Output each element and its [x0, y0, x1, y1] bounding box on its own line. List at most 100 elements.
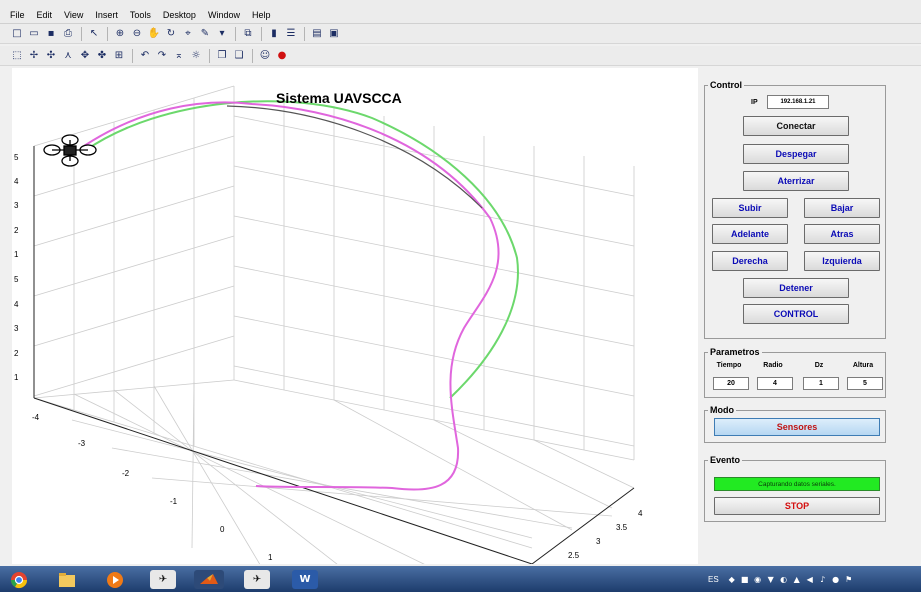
save-icon[interactable]: ▪	[44, 27, 58, 41]
conectar-button[interactable]: Conectar	[743, 116, 849, 136]
print-icon[interactable]: ⎙	[61, 27, 75, 41]
tray-app-icon[interactable]: ◉	[753, 574, 763, 584]
ip-label: IP	[751, 99, 758, 106]
aterrizar-button[interactable]: Aterrizar	[743, 171, 849, 191]
matlab-icon[interactable]	[194, 570, 224, 589]
plot-title: Sistema UAVSCCA	[276, 90, 402, 106]
colorbar-icon[interactable]: ▮	[267, 27, 281, 41]
hide-plot-tools-icon[interactable]: ▤	[310, 27, 324, 41]
grid-icon[interactable]: ⊞	[112, 49, 126, 63]
ip-input[interactable]: 192.168.1.21	[767, 95, 829, 109]
legend-icon[interactable]: ☰	[284, 27, 298, 41]
y-tick-label: -4	[32, 413, 40, 422]
edit-plot-icon[interactable]: ⬚	[10, 49, 24, 63]
menu-insert[interactable]: Insert	[95, 10, 118, 20]
atras-button[interactable]: Atras	[804, 224, 880, 244]
menu-desktop[interactable]: Desktop	[163, 10, 196, 20]
move-icon[interactable]: ✥	[78, 49, 92, 63]
tray-app-icon[interactable]: ♪	[818, 574, 828, 584]
show-plot-tools-icon[interactable]: ▣	[327, 27, 341, 41]
menu-window[interactable]: Window	[208, 10, 240, 20]
select-icon[interactable]: ✢	[27, 49, 41, 63]
tray-network-icon[interactable]: ▲	[792, 574, 802, 584]
radio-input[interactable]: 4	[757, 377, 793, 390]
menu-view[interactable]: View	[64, 10, 83, 20]
tiempo-input[interactable]: 20	[713, 377, 749, 390]
matlab-figure-window: File Edit View Insert Tools Desktop Wind…	[0, 0, 921, 592]
file-explorer-icon[interactable]	[54, 570, 80, 589]
person-icon[interactable]: ☺	[258, 49, 272, 63]
new-file-icon[interactable]: □	[10, 27, 24, 41]
pan-icon[interactable]: ✋	[147, 27, 161, 41]
zoom-in-icon[interactable]: ⊕	[113, 27, 127, 41]
data-cursor-icon[interactable]: ⌖	[181, 27, 195, 41]
tray-app-icon[interactable]: ◆	[727, 574, 737, 584]
z-tick-label: 4	[14, 177, 19, 186]
stop-icon[interactable]: ●	[275, 49, 289, 63]
grid-line	[33, 185, 235, 247]
toolbar-separator	[132, 48, 133, 63]
menu-tools[interactable]: Tools	[130, 10, 151, 20]
tray-app-icon[interactable]: ●	[831, 574, 841, 584]
toolbar-separator	[209, 48, 210, 63]
radio-label: Radio	[763, 362, 783, 369]
grid-line	[33, 379, 235, 399]
connect-icon[interactable]: ⋏	[61, 49, 75, 63]
rotate-3d-icon[interactable]: ↻	[164, 27, 178, 41]
light-bulb-icon[interactable]: ☼	[189, 49, 203, 63]
brush-dropdown-icon[interactable]: ▾	[215, 27, 229, 41]
dji-app-icon[interactable]: ✈	[244, 570, 270, 589]
link-icon[interactable]: ⧉	[241, 27, 255, 41]
plot-canvas: 5 4 3 2 1 5 4 3 2 1 -4 -3 -2 -1 0 1 4 3.…	[14, 85, 643, 564]
zoom-out-icon[interactable]: ⊖	[130, 27, 144, 41]
node-icon[interactable]: ✣	[44, 49, 58, 63]
menu-help[interactable]: Help	[252, 10, 271, 20]
pointer-icon[interactable]: ↖	[87, 27, 101, 41]
despegar-button[interactable]: Despegar	[743, 144, 849, 164]
word-icon[interactable]: W	[292, 570, 318, 589]
z-tick-label: 3	[14, 324, 19, 333]
figure-toolbar: □ ▭ ▪ ⎙ ↖ ⊕ ⊖ ✋ ↻ ⌖ ✎ ▾ ⧉ ▮ ☰ ▤ ▣	[0, 24, 921, 44]
plot-area[interactable]: 5 4 3 2 1 5 4 3 2 1 -4 -3 -2 -1 0 1 4 3.…	[12, 68, 698, 564]
detener-button[interactable]: Detener	[743, 278, 849, 298]
media-player-icon[interactable]	[102, 570, 128, 589]
tray-app-icon[interactable]: ■	[740, 574, 750, 584]
x-tick-label: 3.5	[616, 523, 628, 532]
language-indicator[interactable]: ES	[708, 575, 719, 584]
tray-flag-icon[interactable]: ⚑	[844, 574, 854, 584]
undo-right-icon[interactable]: ↷	[155, 49, 169, 63]
stop-button[interactable]: STOP	[714, 497, 880, 515]
derecha-button[interactable]: Derecha	[712, 251, 788, 271]
sensores-button[interactable]: Sensores	[714, 418, 880, 436]
dji-assistant-icon[interactable]: ✈	[150, 570, 176, 589]
bajar-button[interactable]: Bajar	[804, 198, 880, 218]
menu-edit[interactable]: Edit	[37, 10, 53, 20]
open-folder-icon[interactable]: ▭	[27, 27, 41, 41]
z-tick-label: 2	[14, 349, 19, 358]
modo-panel: Modo Sensores	[704, 404, 886, 443]
copy-icon[interactable]: ❐	[215, 49, 229, 63]
y-tick-label: -3	[78, 439, 86, 448]
altura-input[interactable]: 5	[847, 377, 883, 390]
undo-left-icon[interactable]: ↶	[138, 49, 152, 63]
toolbar-separator	[252, 48, 253, 63]
adelante-button[interactable]: Adelante	[712, 224, 788, 244]
menu-file[interactable]: File	[10, 10, 25, 20]
tray-shield-icon[interactable]: ▼	[766, 574, 776, 584]
windows-taskbar: ✈ ✈ W ES ◆ ■ ◉ ▼ ◐ ▲ ◀ ♪ ● ⚑	[0, 566, 921, 592]
tray-app-icon[interactable]: ◐	[779, 574, 789, 584]
control-button[interactable]: CONTROL	[743, 304, 849, 324]
chrome-icon[interactable]	[6, 570, 32, 589]
paste-icon[interactable]: ❑	[232, 49, 246, 63]
brush-icon[interactable]: ✎	[198, 27, 212, 41]
system-tray: ES ◆ ■ ◉ ▼ ◐ ▲ ◀ ♪ ● ⚑	[708, 572, 857, 586]
subir-button[interactable]: Subir	[712, 198, 788, 218]
align-icon[interactable]: ✤	[95, 49, 109, 63]
dock-icon[interactable]: ⌅	[172, 49, 186, 63]
izquierda-button[interactable]: Izquierda	[804, 251, 880, 271]
z-tick-labels: 5 4 3 2 1 5 4 3 2 1	[14, 153, 19, 382]
grid-line	[191, 381, 195, 549]
x-tick-label: 3	[596, 537, 601, 546]
tray-volume-icon[interactable]: ◀	[805, 574, 815, 584]
dz-input[interactable]: 1	[803, 377, 839, 390]
